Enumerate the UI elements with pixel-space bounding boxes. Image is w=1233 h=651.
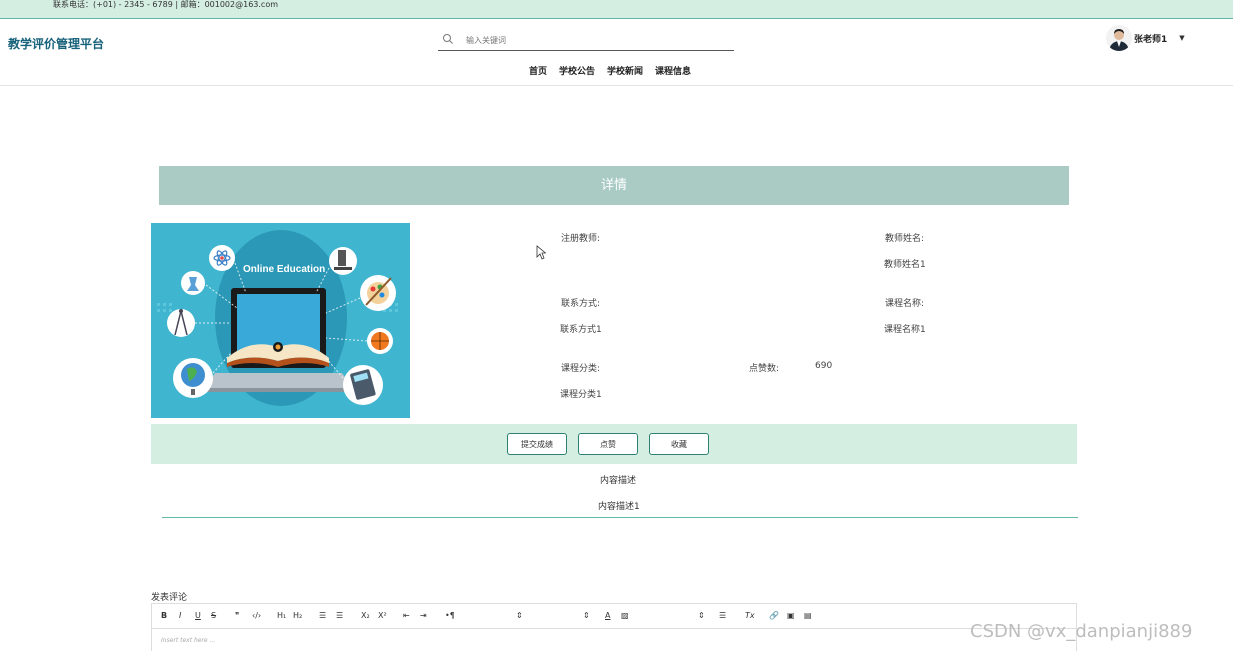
editor-placeholder[interactable]: Insert text here ... — [161, 637, 215, 644]
teacher-name-label: 教师姓名: — [885, 234, 925, 244]
bold-button[interactable]: B — [161, 611, 167, 621]
chevron-down-icon[interactable]: ▼ — [1179, 34, 1184, 42]
favorite-button[interactable]: 收藏 — [649, 433, 709, 455]
heading1-button[interactable]: H₁ — [277, 611, 286, 621]
contact-label: 联系方式: — [561, 299, 601, 309]
likes-label: 点赞数: — [749, 364, 780, 374]
comment-editor[interactable]: B I U S ❞ ‹/› H₁ H₂ ☰ ☰ X₂ X² ⇤ ⇥ •¶ ⇕ ⇕… — [151, 603, 1077, 651]
nav-news[interactable]: 学校新闻 — [607, 64, 643, 77]
detail-title: 详情 — [159, 166, 1069, 205]
brand-title[interactable]: 教学评价管理平台 — [8, 35, 104, 52]
outdent-button[interactable]: ⇤ — [403, 611, 410, 621]
code-block-button[interactable]: ‹/› — [252, 611, 261, 621]
course-name-value: 课程名称1 — [884, 325, 926, 335]
description-label: 内容描述 — [600, 476, 637, 486]
search-box — [438, 30, 734, 51]
image-caption: Online Education — [243, 264, 325, 275]
main-nav: 首页 学校公告 学校新闻 课程信息 — [529, 64, 691, 77]
size-select[interactable]: ⇕ — [516, 611, 523, 621]
course-image: Online Education — [151, 223, 410, 418]
teacher-label: 注册教师: — [561, 234, 601, 244]
ordered-list-button[interactable]: ☰ — [319, 611, 326, 621]
user-name[interactable]: 张老师1 — [1134, 32, 1167, 45]
underline-button[interactable]: U — [195, 611, 201, 621]
like-button[interactable]: 点赞 — [578, 433, 638, 455]
nav-announcements[interactable]: 学校公告 — [559, 64, 595, 77]
likes-value: 690 — [815, 361, 833, 371]
indent-button[interactable]: ⇥ — [420, 611, 427, 621]
action-bar: 提交成绩 点赞 收藏 — [151, 424, 1077, 464]
clear-format-button[interactable]: Tx — [745, 611, 755, 621]
video-icon[interactable]: ▤ — [804, 611, 812, 621]
blockquote-button[interactable]: ❞ — [235, 611, 239, 621]
background-color-button[interactable]: ▨ — [621, 611, 629, 621]
avatar-portrait-icon — [1106, 25, 1132, 51]
text-direction-button[interactable]: •¶ — [445, 611, 455, 621]
align-button[interactable]: ☰ — [719, 611, 726, 621]
top-contact-bar: 联系电话：(+01) - 2345 - 6789 | 邮箱：001002@163… — [0, 0, 1233, 19]
superscript-button[interactable]: X² — [378, 611, 387, 621]
contact-value: 联系方式1 — [560, 325, 602, 335]
divider — [162, 517, 1078, 518]
user-menu[interactable]: 张老师1 ▼ — [1106, 24, 1185, 52]
nav-courses[interactable]: 课程信息 — [655, 64, 691, 77]
heading2-button[interactable]: H₂ — [293, 611, 302, 621]
category-value: 课程分类1 — [560, 390, 602, 400]
link-icon[interactable]: 🔗 — [769, 611, 779, 621]
search-icon[interactable] — [442, 33, 454, 45]
editor-toolbar: B I U S ❞ ‹/› H₁ H₂ ☰ ☰ X₂ X² ⇤ ⇥ •¶ ⇕ ⇕… — [152, 604, 1076, 629]
bullet-list-button[interactable]: ☰ — [336, 611, 343, 621]
font-select[interactable]: ⇕ — [698, 611, 705, 621]
header-select[interactable]: ⇕ — [583, 611, 590, 621]
strike-button[interactable]: S — [211, 611, 216, 621]
submit-score-button[interactable]: 提交成绩 — [507, 433, 567, 455]
teacher-name-value: 教师姓名1 — [884, 260, 926, 270]
category-label: 课程分类: — [561, 364, 601, 374]
description-value: 内容描述1 — [598, 502, 640, 512]
font-color-button[interactable]: A — [605, 611, 610, 621]
online-education-illustration: Online Education — [151, 223, 410, 418]
comment-label: 发表评论 — [151, 593, 188, 603]
italic-button[interactable]: I — [179, 611, 181, 621]
avatar — [1106, 25, 1132, 51]
course-name-label: 课程名称: — [885, 299, 925, 309]
image-icon[interactable]: ▣ — [787, 611, 795, 621]
contact-info: 联系电话：(+01) - 2345 - 6789 | 邮箱：001002@163… — [53, 0, 279, 9]
nav-home[interactable]: 首页 — [529, 64, 547, 77]
watermark: CSDN @vx_danpianji889 — [970, 621, 1193, 642]
site-header: 教学评价管理平台 首页 学校公告 学校新闻 课程信息 张老师1 ▼ — [0, 19, 1233, 86]
search-input[interactable] — [466, 33, 716, 47]
subscript-button[interactable]: X₂ — [361, 611, 370, 621]
mouse-cursor-icon — [536, 245, 546, 260]
